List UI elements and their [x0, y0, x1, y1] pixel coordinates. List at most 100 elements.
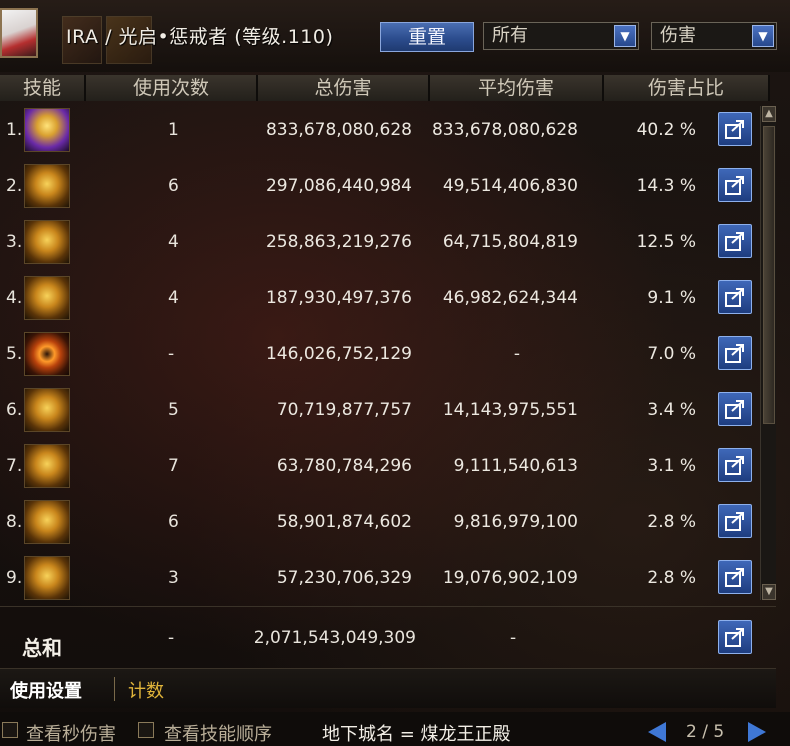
column-header: 技能 使用次数 总伤害 平均伤害 伤害占比 — [0, 74, 776, 102]
share-row-button[interactable] — [718, 112, 752, 146]
row-total-damage: 57,230,706,329 — [276, 568, 412, 588]
share-row-button[interactable] — [718, 168, 752, 202]
row-uses: 1 — [168, 120, 179, 140]
row-damage-share: 7.0 % — [647, 344, 696, 364]
reset-button[interactable]: 重置 — [380, 22, 474, 52]
skill-icon — [24, 556, 70, 600]
row-uses: 6 — [168, 512, 179, 532]
chevron-down-icon: ▼ — [614, 25, 636, 47]
column-damage-share[interactable]: 伤害占比 — [604, 75, 770, 101]
row-damage-share: 9.1 % — [647, 288, 696, 308]
row-index: 3. — [6, 232, 23, 252]
row-index: 2. — [6, 176, 23, 196]
share-icon — [725, 344, 744, 363]
row-average-damage: 64,715,804,819 — [442, 232, 578, 252]
view-dps-checkbox[interactable] — [2, 722, 18, 738]
total-label: 总和 — [22, 636, 62, 660]
row-index: 5. — [6, 344, 23, 364]
share-row-button[interactable] — [718, 224, 752, 258]
column-skill[interactable]: 技能 — [0, 75, 86, 101]
share-row-button[interactable] — [718, 448, 752, 482]
row-total-damage: 833,678,080,628 — [265, 120, 412, 140]
row-uses: 6 — [168, 176, 179, 196]
column-uses[interactable]: 使用次数 — [86, 75, 258, 101]
share-row-button[interactable] — [718, 280, 752, 314]
table-row[interactable]: 4. 4 187,930,497,376 46,982,624,344 9.1 % — [0, 270, 760, 326]
view-order-label[interactable]: 查看技能顺序 — [164, 720, 272, 746]
share-icon — [725, 120, 744, 139]
row-average-damage: - — [513, 344, 521, 364]
column-average-damage[interactable]: 平均伤害 — [430, 75, 604, 101]
table-row[interactable]: 6. 5 70,719,877,757 14,143,975,551 3.4 % — [0, 382, 760, 438]
scrollbar[interactable]: ▲ ▼ — [760, 106, 776, 600]
prev-page-icon[interactable] — [648, 722, 666, 742]
share-row-button[interactable] — [718, 392, 752, 426]
dungeon-name: 地下城名 = 煤龙王正殿 — [322, 724, 511, 745]
row-damage-share: 14.3 % — [636, 176, 696, 196]
row-index: 7. — [6, 456, 23, 476]
column-total-damage[interactable]: 总伤害 — [258, 75, 430, 101]
row-index: 9. — [6, 568, 23, 588]
row-total-damage: 58,901,874,602 — [276, 512, 412, 532]
table-row[interactable]: 8. 6 58,901,874,602 9,816,979,100 2.8 % — [0, 494, 760, 550]
share-icon — [725, 628, 744, 647]
share-icon — [725, 232, 744, 251]
row-damage-share: 3.1 % — [647, 456, 696, 476]
total-row: 总和 - 2,071,543,049,309 - — [0, 612, 760, 664]
scroll-down-icon[interactable]: ▼ — [762, 584, 776, 600]
character-name: IRA / 光启•惩戒者 (等级.110) — [66, 26, 334, 48]
view-dps-label[interactable]: 查看秒伤害 — [26, 720, 116, 746]
bottom-tabs: 使用设置 计数 — [0, 668, 776, 708]
next-page-icon[interactable] — [748, 722, 766, 742]
row-uses: 4 — [168, 232, 179, 252]
row-damage-share: 2.8 % — [647, 568, 696, 588]
share-total-button[interactable] — [718, 620, 752, 654]
row-average-damage: 19,076,902,109 — [442, 568, 578, 588]
skill-icon — [24, 332, 70, 376]
table-row[interactable]: 5. - 146,026,752,129 - 7.0 % — [0, 326, 760, 382]
row-damage-share: 12.5 % — [636, 232, 696, 252]
skill-icon — [24, 444, 70, 488]
share-icon — [725, 456, 744, 475]
row-average-damage: 833,678,080,628 — [431, 120, 578, 140]
table-row[interactable]: 7. 7 63,780,784,296 9,111,540,613 3.1 % — [0, 438, 760, 494]
row-total-damage: 146,026,752,129 — [265, 344, 412, 364]
filter-damage-dropdown[interactable]: 伤害 ▼ — [651, 22, 777, 50]
row-total-damage: 187,930,497,376 — [265, 288, 412, 308]
bottom-bar: 查看秒伤害 查看技能顺序 地下城名 = 煤龙王正殿 2 / 5 — [0, 712, 790, 746]
row-average-damage: 49,514,406,830 — [442, 176, 578, 196]
header: IRA / 光启•惩戒者 (等级.110) 重置 所有 ▼ 伤害 ▼ — [0, 0, 790, 72]
share-icon — [725, 288, 744, 307]
chevron-down-icon: ▼ — [752, 25, 774, 47]
row-total-damage: 70,719,877,757 — [276, 400, 412, 420]
view-order-checkbox[interactable] — [138, 722, 154, 738]
share-row-button[interactable] — [718, 336, 752, 370]
row-uses: 3 — [168, 568, 179, 588]
row-uses: 5 — [168, 400, 179, 420]
skill-icon — [24, 500, 70, 544]
scroll-thumb[interactable] — [763, 126, 775, 424]
row-uses: - — [168, 344, 175, 364]
tab-count[interactable]: 计数 — [128, 677, 164, 703]
divider — [0, 606, 776, 607]
row-index: 1. — [6, 120, 23, 140]
row-average-damage: 14,143,975,551 — [442, 400, 578, 420]
row-average-damage: 9,816,979,100 — [453, 512, 578, 532]
tab-usage-settings[interactable]: 使用设置 — [10, 677, 82, 703]
table-row[interactable]: 2. 6 297,086,440,984 49,514,406,830 14.3 % — [0, 158, 760, 214]
table-row[interactable]: 9. 3 57,230,706,329 19,076,902,109 2.8 % — [0, 550, 760, 606]
row-average-damage: 9,111,540,613 — [453, 456, 578, 476]
share-row-button[interactable] — [718, 560, 752, 594]
skill-icon — [24, 276, 70, 320]
scroll-up-icon[interactable]: ▲ — [762, 106, 776, 122]
table-row[interactable]: 3. 4 258,863,219,276 64,715,804,819 12.5 % — [0, 214, 760, 270]
filter-all-dropdown[interactable]: 所有 ▼ — [483, 22, 639, 50]
page-indicator: 2 / 5 — [686, 722, 725, 742]
table-row[interactable]: 1. 1 833,678,080,628 833,678,080,628 40.2 % — [0, 102, 760, 158]
skill-icon — [24, 164, 70, 208]
skill-icon — [24, 220, 70, 264]
row-damage-share: 40.2 % — [636, 120, 696, 140]
share-row-button[interactable] — [718, 504, 752, 538]
row-uses: 7 — [168, 456, 179, 476]
share-icon — [725, 400, 744, 419]
